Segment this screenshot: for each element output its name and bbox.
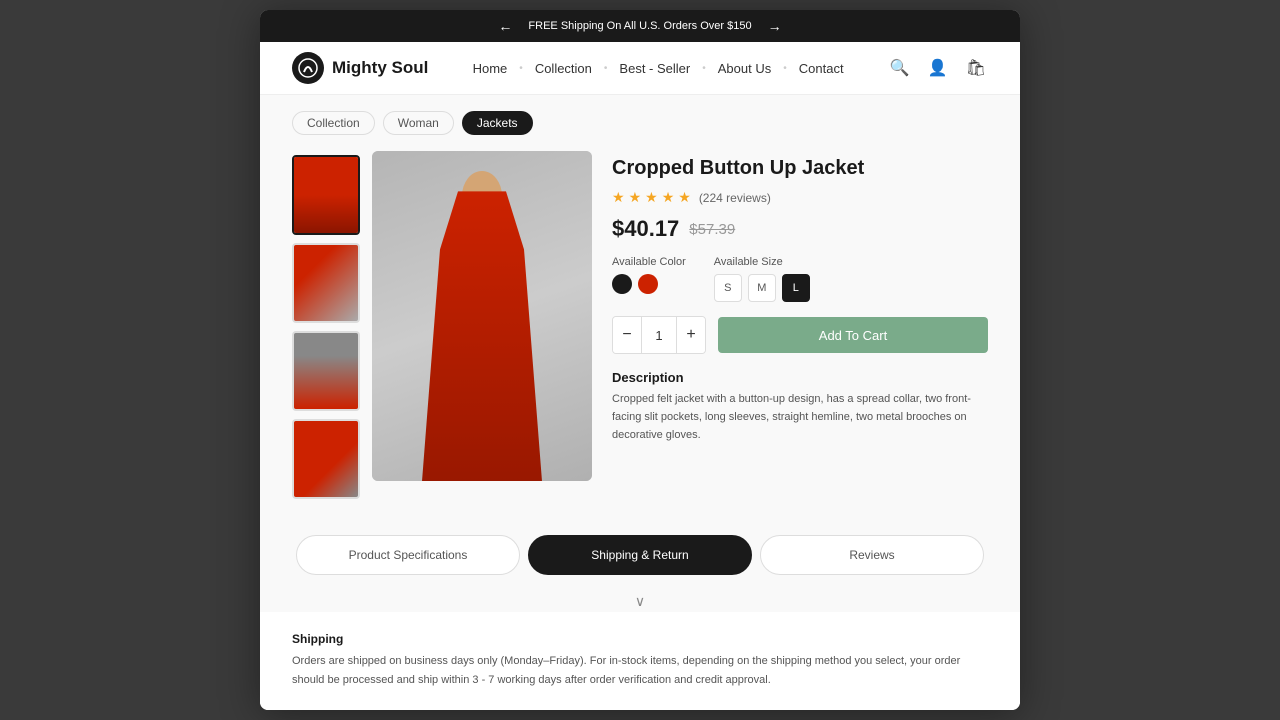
size-l[interactable]: L	[782, 274, 810, 302]
nav-collection[interactable]: Collection	[529, 57, 598, 80]
color-option-group: Available Color	[612, 256, 686, 302]
price-original: $57.39	[689, 221, 735, 238]
breadcrumb-jackets[interactable]: Jackets	[462, 111, 533, 135]
add-to-cart-button[interactable]: Add To Cart	[718, 317, 988, 353]
nav-about-us[interactable]: About Us	[712, 57, 777, 80]
quantity-decrease-button[interactable]: −	[613, 317, 641, 353]
cart-icon: 🛍	[966, 60, 986, 77]
size-s[interactable]: S	[714, 274, 742, 302]
tab-product-specs[interactable]: Product Specifications	[296, 535, 520, 575]
product-area: Cropped Button Up Jacket ★ ★ ★ ★ ★ (224 …	[260, 151, 1020, 523]
cart-button[interactable]: 🛍	[964, 56, 988, 80]
reviews-count: (224 reviews)	[699, 191, 771, 205]
star-rating: ★ ★ ★ ★ ★ (224 reviews)	[612, 189, 988, 206]
color-swatch-red[interactable]	[638, 274, 658, 294]
quantity-increase-button[interactable]: +	[677, 317, 705, 353]
description-title: Description	[612, 370, 988, 385]
breadcrumb-woman[interactable]: Woman	[383, 111, 454, 135]
main-product-image	[372, 151, 592, 481]
breadcrumb-collection[interactable]: Collection	[292, 111, 375, 135]
nav-dot-1: •	[519, 63, 523, 74]
logo[interactable]: Mighty Soul	[292, 52, 428, 84]
size-option-group: Available Size S M L	[714, 256, 810, 302]
quantity-input[interactable]	[641, 317, 677, 353]
product-details: Cropped Button Up Jacket ★ ★ ★ ★ ★ (224 …	[612, 151, 988, 499]
account-button[interactable]: 👤	[926, 56, 950, 80]
nav-best-seller[interactable]: Best - Seller	[613, 57, 696, 80]
shipping-heading: Shipping	[292, 632, 988, 646]
tab-shipping-return[interactable]: Shipping & Return	[528, 535, 752, 575]
description-text: Cropped felt jacket with a button-up des…	[612, 391, 988, 444]
header-icons: 🔍 👤 🛍	[888, 56, 988, 80]
tabs-row: Product Specifications Shipping & Return…	[260, 523, 1020, 587]
options-row: Available Color Available Size S M L	[612, 256, 988, 302]
size-options: S M L	[714, 274, 810, 302]
nav-contact[interactable]: Contact	[793, 57, 850, 80]
thumbnail-1[interactable]	[292, 155, 360, 235]
breadcrumb: Collection Woman Jackets	[260, 95, 1020, 151]
announcement-next-button[interactable]: →	[764, 18, 786, 34]
shipping-content: Shipping Orders are shipped on business …	[260, 616, 1020, 709]
color-swatch-black[interactable]	[612, 274, 632, 294]
chevron-down-icon: ∨	[635, 593, 645, 610]
thumbnail-3[interactable]	[292, 331, 360, 411]
announcement-bar: ← FREE Shipping On All U.S. Orders Over …	[260, 10, 1020, 42]
shipping-text: Orders are shipped on business days only…	[292, 652, 988, 689]
star-5: ★	[678, 189, 691, 206]
thumbnail-4[interactable]	[292, 419, 360, 499]
nav-dot-3: •	[702, 63, 706, 74]
thumbnail-2[interactable]	[292, 243, 360, 323]
star-3: ★	[645, 189, 658, 206]
chevron-down: ∨	[260, 587, 1020, 612]
logo-text: Mighty Soul	[332, 58, 428, 78]
product-title: Cropped Button Up Jacket	[612, 155, 988, 181]
quantity-control: − +	[612, 316, 706, 354]
price-current: $40.17	[612, 216, 679, 242]
size-label: Available Size	[714, 256, 810, 268]
tab-reviews[interactable]: Reviews	[760, 535, 984, 575]
main-nav: Home • Collection • Best - Seller • Abou…	[467, 57, 850, 80]
cart-row: − + Add To Cart	[612, 316, 988, 354]
header: Mighty Soul Home • Collection • Best - S…	[260, 42, 1020, 95]
star-1: ★	[612, 189, 625, 206]
color-swatches	[612, 274, 686, 294]
color-label: Available Color	[612, 256, 686, 268]
description-section: Description Cropped felt jacket with a b…	[612, 370, 988, 444]
logo-icon	[292, 52, 324, 84]
search-icon: 🔍	[890, 60, 910, 77]
search-button[interactable]: 🔍	[888, 56, 912, 80]
star-2: ★	[629, 189, 642, 206]
thumbnail-list	[292, 151, 360, 499]
price-row: $40.17 $57.39	[612, 216, 988, 242]
nav-dot-4: •	[783, 63, 787, 74]
star-4: ★	[662, 189, 675, 206]
nav-dot-2: •	[604, 63, 608, 74]
announcement-prev-button[interactable]: ←	[494, 18, 516, 34]
size-m[interactable]: M	[748, 274, 776, 302]
nav-home[interactable]: Home	[467, 57, 514, 80]
announcement-text: FREE Shipping On All U.S. Orders Over $1…	[528, 20, 751, 32]
user-icon: 👤	[928, 60, 948, 77]
